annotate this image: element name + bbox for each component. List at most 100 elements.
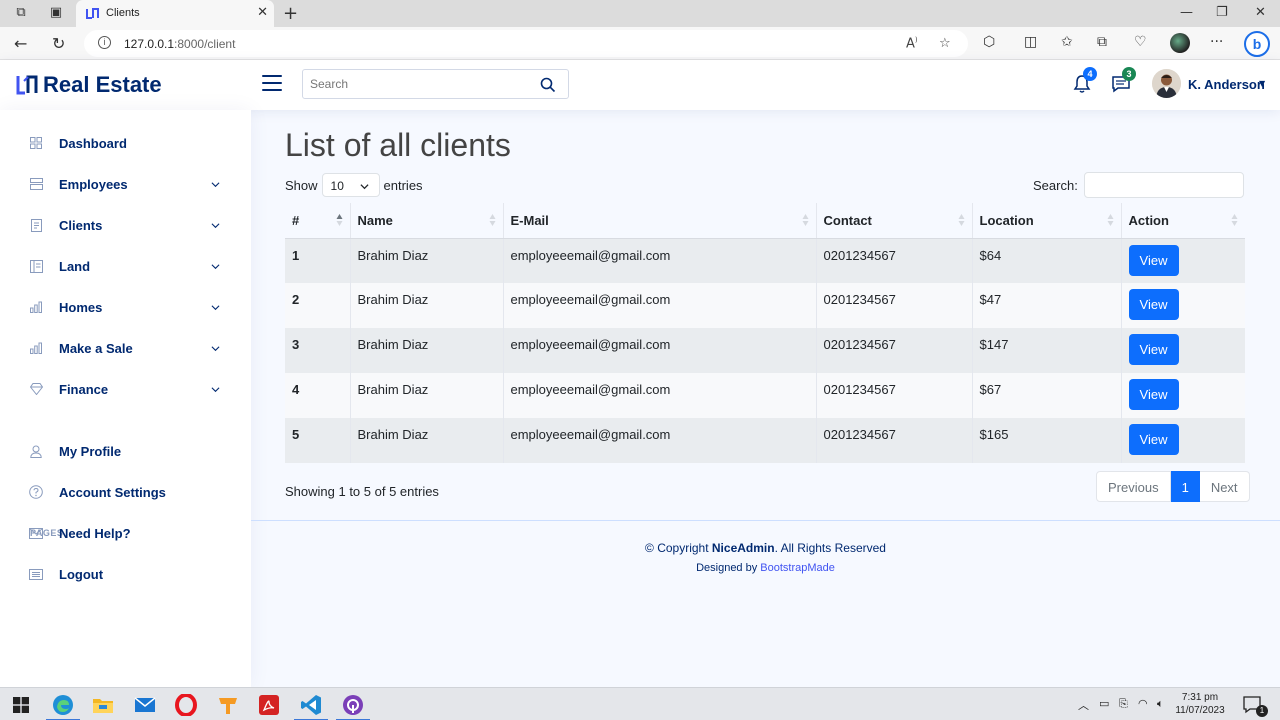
view-button[interactable]: View: [1128, 244, 1179, 276]
page-length-select[interactable]: 10: [321, 173, 380, 197]
sidebar-item-logout[interactable]: Logout: [20, 557, 232, 591]
taskbar-file-explorer[interactable]: [90, 692, 116, 718]
show-hidden-icons-icon[interactable]: ︿: [1078, 697, 1089, 713]
cell-name: Brahim Diaz: [350, 373, 504, 418]
copilot-icon[interactable]: b: [1244, 31, 1270, 57]
table-search-input[interactable]: [1083, 172, 1244, 198]
column-header-action[interactable]: Action: [1121, 203, 1245, 239]
brand-name: Real Estate: [43, 72, 162, 97]
view-button[interactable]: View: [1128, 334, 1179, 365]
notification-center[interactable]: 1: [1240, 692, 1268, 718]
pagination-previous[interactable]: Previous: [1096, 471, 1171, 502]
taskbar-app-orange[interactable]: [215, 692, 241, 718]
clock-time: 7:31 pm: [1181, 692, 1219, 703]
sort-icon: [802, 214, 808, 226]
browser-profile-icon[interactable]: [1170, 33, 1190, 53]
menu-button-icon: [28, 176, 44, 192]
chevron-down-icon: [211, 223, 220, 229]
os-taskbar: ︿ ▭ ⎘ ◠ 🔈︎ 7:31 pm 11/07/2023 1: [0, 687, 1280, 720]
site-info-icon[interactable]: i: [98, 36, 111, 49]
collections-icon[interactable]: ⧉: [1097, 34, 1107, 50]
sidebar-item-land[interactable]: Land: [20, 249, 232, 283]
volume-icon[interactable]: 🔈︎: [1157, 697, 1164, 711]
favorites-icon[interactable]: ✩: [1061, 34, 1073, 50]
sidebar-item-homes[interactable]: Homes: [20, 290, 232, 324]
user-menu[interactable]: K. Anderson: [1188, 77, 1265, 92]
sidebar-item-account-settings[interactable]: Account Settings: [20, 475, 232, 509]
envelope-icon: [28, 525, 44, 541]
search-input[interactable]: [303, 70, 533, 98]
sidebar: Dashboard Employees Clients Land Homes M…: [0, 110, 251, 687]
sidebar-item-employees[interactable]: Employees: [20, 167, 232, 201]
site-logo-icon: [86, 8, 99, 19]
sort-icon: [489, 214, 495, 226]
layout-text-icon: [28, 258, 44, 274]
read-aloud-icon[interactable]: A): [906, 36, 918, 51]
designer-link[interactable]: BootstrapMade: [760, 562, 835, 574]
device-icon[interactable]: ⎘: [1119, 697, 1128, 711]
taskbar-acrobat[interactable]: [256, 692, 282, 718]
chevron-down-icon: [211, 346, 220, 352]
taskbar-opera[interactable]: [173, 692, 199, 718]
column-header-contact[interactable]: Contact: [816, 203, 973, 239]
workspaces-icon[interactable]: ⧉: [14, 6, 28, 20]
taskbar-clock[interactable]: 7:31 pm 11/07/2023: [1172, 691, 1228, 717]
column-header-location[interactable]: Location: [972, 203, 1122, 239]
sidebar-item-need-help[interactable]: Need Help?: [20, 516, 232, 550]
refresh-icon[interactable]: ↻: [52, 34, 65, 53]
sidebar-item-label: Land: [59, 258, 91, 274]
close-tab-icon[interactable]: ✕: [257, 5, 268, 20]
vscode-icon: [301, 695, 321, 715]
column-header-number[interactable]: #: [285, 203, 351, 239]
avatar[interactable]: [1152, 69, 1181, 98]
table-search-label: Search:: [1033, 177, 1078, 193]
pagination-next[interactable]: Next: [1199, 471, 1250, 502]
taskbar-app-purple[interactable]: [336, 692, 370, 720]
favorite-star-icon[interactable]: ☆: [939, 36, 951, 51]
caret-down-icon[interactable]: ▼: [1259, 79, 1265, 88]
mail-icon: [134, 697, 156, 712]
messages-button[interactable]: 3: [1110, 67, 1136, 95]
close-window-icon[interactable]: ✕: [1255, 5, 1266, 20]
column-header-email[interactable]: E-Mail: [503, 203, 817, 239]
browser-essentials-icon[interactable]: ♡: [1134, 34, 1147, 50]
taskbar-vscode[interactable]: [294, 692, 328, 720]
sidebar-toggle-icon[interactable]: [262, 75, 282, 93]
sidebar-item-dashboard[interactable]: Dashboard: [20, 126, 232, 160]
browser-tab-clients[interactable]: Clients ✕: [76, 0, 274, 27]
split-screen-icon[interactable]: ◫: [1024, 34, 1037, 50]
new-tab-icon[interactable]: +: [283, 3, 298, 24]
opera-icon: [175, 694, 197, 716]
start-button[interactable]: [8, 692, 34, 718]
view-button[interactable]: View: [1128, 289, 1179, 320]
back-icon[interactable]: ←: [14, 34, 27, 53]
journal-text-icon: [28, 217, 44, 233]
table-row: 1 Brahim Diaz employeeemail@gmail.com 02…: [285, 238, 1245, 283]
column-header-name[interactable]: Name: [350, 203, 504, 239]
sidebar-item-my-profile[interactable]: My Profile: [20, 434, 232, 468]
brand-logo[interactable]: Real Estate: [16, 71, 162, 99]
view-button[interactable]: View: [1128, 424, 1179, 455]
sidebar-item-finance[interactable]: Finance: [20, 372, 232, 406]
tab-actions-icon[interactable]: ▣: [49, 6, 63, 20]
sidebar-item-make-a-sale[interactable]: Make a Sale: [20, 331, 232, 365]
taskbar-edge[interactable]: [46, 692, 80, 720]
extensions-icon[interactable]: ⬡: [983, 34, 995, 50]
battery-icon[interactable]: ▭: [1099, 697, 1109, 710]
cell-location: $47: [972, 283, 1122, 328]
cell-name: Brahim Diaz: [350, 238, 504, 283]
taskbar-mail[interactable]: [132, 692, 158, 718]
view-button[interactable]: View: [1128, 379, 1179, 410]
minimize-icon[interactable]: —: [1180, 5, 1193, 20]
user-avatar-icon: [1152, 69, 1181, 98]
pagination-page-1[interactable]: 1: [1170, 471, 1200, 502]
url-text[interactable]: 127.0.0.1:8000/client: [124, 37, 235, 51]
tab-title: Clients: [106, 7, 140, 19]
maximize-icon[interactable]: ❐: [1216, 5, 1228, 20]
wifi-icon[interactable]: ◠: [1138, 697, 1148, 710]
more-options-icon[interactable]: ···: [1210, 34, 1223, 50]
sidebar-item-clients[interactable]: Clients: [20, 208, 232, 242]
search-icon[interactable]: [540, 77, 556, 93]
notifications-button[interactable]: 4: [1071, 67, 1097, 95]
address-bar[interactable]: i 127.0.0.1:8000/client A) ☆: [84, 30, 968, 57]
